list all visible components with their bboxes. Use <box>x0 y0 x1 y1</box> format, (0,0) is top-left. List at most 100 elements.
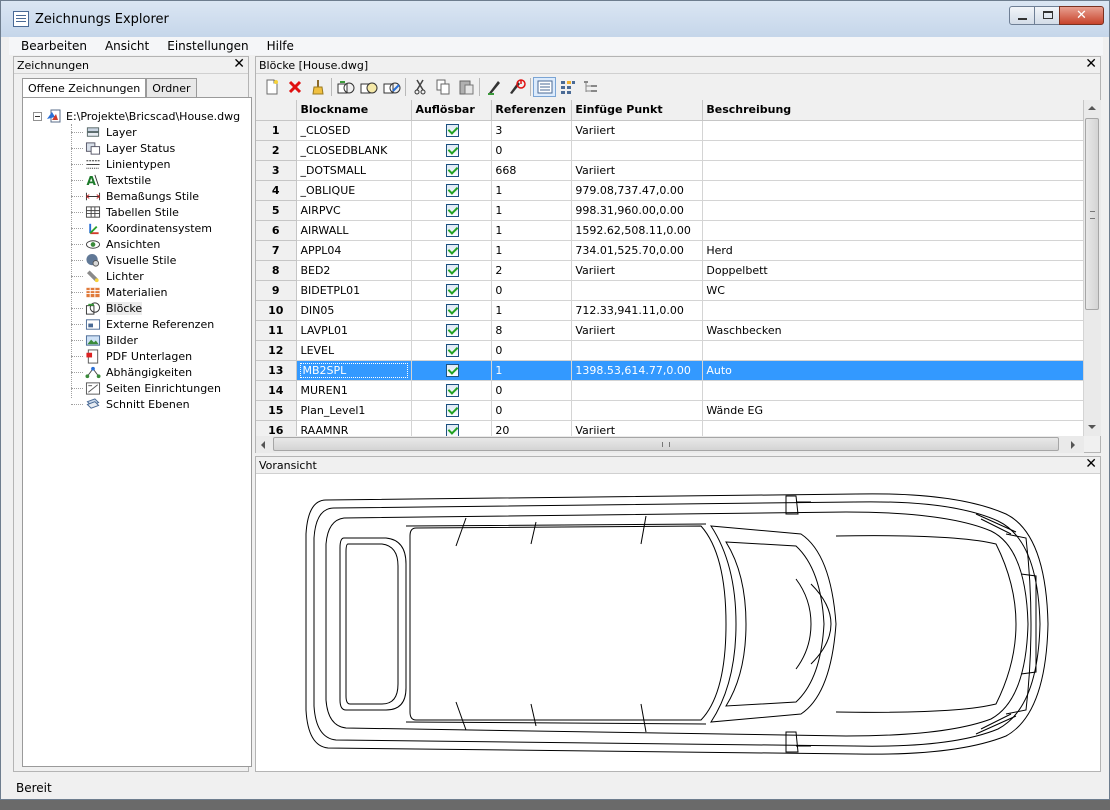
row-number[interactable]: 4 <box>256 180 298 201</box>
tree-root-drawing[interactable]: E:\Projekte\Bricscad\House.dwg <box>33 108 240 124</box>
row-number[interactable]: 6 <box>256 220 298 241</box>
blockname-cell[interactable]: _CLOSED <box>296 120 413 141</box>
purge-block-button[interactable] <box>306 77 329 97</box>
description-cell[interactable] <box>702 420 1084 436</box>
table-row[interactable]: 4 _OBLIQUE 1 979.08,737.47,0.00 <box>256 180 1084 201</box>
scroll-left-icon[interactable] <box>261 441 265 449</box>
explodable-cell[interactable] <box>411 340 493 361</box>
explodable-cell[interactable] <box>411 320 493 341</box>
explodable-checkbox[interactable] <box>446 383 460 397</box>
copy-button[interactable] <box>431 77 454 97</box>
insert-block-2-button[interactable] <box>357 77 380 97</box>
column-header-insertion-point[interactable]: Einfüge Punkt <box>571 100 704 121</box>
description-cell[interactable] <box>702 160 1084 181</box>
description-cell[interactable] <box>702 120 1084 141</box>
explodable-cell[interactable] <box>411 140 493 161</box>
table-row[interactable]: 8 BED2 2 Variiert Doppelbett <box>256 260 1084 281</box>
table-row[interactable]: 12 LEVEL 0 <box>256 340 1084 361</box>
row-number[interactable]: 13 <box>256 360 298 381</box>
delete-block-button[interactable] <box>283 77 306 97</box>
tree-item-view[interactable]: Ansichten <box>71 236 160 252</box>
column-header-references[interactable]: Referenzen <box>491 100 573 121</box>
row-number[interactable]: 12 <box>256 340 298 361</box>
edit-button[interactable] <box>482 77 505 97</box>
row-number[interactable]: 14 <box>256 380 298 401</box>
explodable-cell[interactable] <box>411 240 493 261</box>
grid-horizontal-scrollbar[interactable] <box>256 436 1084 453</box>
drawings-panel-close-icon[interactable]: ✕ <box>233 57 245 72</box>
preview-panel-close-icon[interactable]: ✕ <box>1085 457 1097 472</box>
blockname-cell[interactable]: MUREN1 <box>296 380 413 401</box>
explodable-cell[interactable] <box>411 420 493 436</box>
blockname-cell[interactable]: BED2 <box>296 260 413 281</box>
menu-hilfe[interactable]: Hilfe <box>255 37 300 55</box>
table-row[interactable]: 1 _CLOSED 3 Variiert <box>256 120 1084 141</box>
menu-einstellungen[interactable]: Einstellungen <box>155 37 254 55</box>
blockname-cell[interactable]: LAVPL01 <box>296 320 413 341</box>
explodable-checkbox[interactable] <box>446 243 460 257</box>
explodable-cell[interactable] <box>411 180 493 201</box>
tree-item-section-plane[interactable]: Schnitt Ebenen <box>71 396 190 412</box>
blockname-cell[interactable]: LEVEL <box>296 340 413 361</box>
description-cell[interactable] <box>702 180 1084 201</box>
explodable-cell[interactable] <box>411 400 493 421</box>
explodable-checkbox[interactable] <box>446 263 460 277</box>
explodable-checkbox[interactable] <box>446 283 460 297</box>
explodable-cell[interactable] <box>411 260 493 281</box>
tree-item-material[interactable]: Materialien <box>71 284 167 300</box>
row-number[interactable]: 16 <box>256 420 298 436</box>
explodable-checkbox[interactable] <box>446 303 460 317</box>
description-cell[interactable] <box>702 300 1084 321</box>
blockname-cell[interactable]: RAAMNR <box>296 420 413 436</box>
list-view-button[interactable] <box>556 77 579 97</box>
insert-block-3-button[interactable] <box>380 77 403 97</box>
explodable-checkbox[interactable] <box>446 363 460 377</box>
table-row[interactable]: 15 Plan_Level1 0 Wände EG <box>256 400 1084 421</box>
table-row[interactable]: 2 _CLOSEDBLANK 0 <box>256 140 1084 161</box>
blockname-cell[interactable]: _DOTSMALL <box>296 160 413 181</box>
description-cell[interactable] <box>702 200 1084 221</box>
row-number[interactable]: 15 <box>256 400 298 421</box>
table-row[interactable]: 3 _DOTSMALL 668 Variiert <box>256 160 1084 181</box>
description-cell[interactable]: Auto <box>702 360 1084 381</box>
cut-button[interactable] <box>408 77 431 97</box>
explodable-checkbox[interactable] <box>446 183 460 197</box>
row-number[interactable]: 1 <box>256 120 298 141</box>
table-row[interactable]: 16 RAAMNR 20 Variiert <box>256 420 1084 436</box>
table-row[interactable]: 10 DIN05 1 712.33,941.11,0.00 <box>256 300 1084 321</box>
collapse-icon[interactable] <box>33 111 42 121</box>
blockname-cell[interactable]: MB2SPL <box>296 360 413 381</box>
column-header-blockname[interactable]: Blockname <box>296 100 413 121</box>
tree-item-table-style[interactable]: Tabellen Stile <box>71 204 179 220</box>
row-number[interactable]: 8 <box>256 260 298 281</box>
blockname-cell[interactable]: APPL04 <box>296 240 413 261</box>
description-cell[interactable]: Waschbecken <box>702 320 1084 341</box>
blockname-cell[interactable]: BIDETPL01 <box>296 280 413 301</box>
paste-button[interactable] <box>454 77 477 97</box>
close-button[interactable]: ✕ <box>1059 6 1104 25</box>
maximize-button[interactable] <box>1034 6 1060 25</box>
explodable-cell[interactable] <box>411 220 493 241</box>
tree-item-layer[interactable]: Layer <box>71 124 137 140</box>
tree-item-page-setup[interactable]: Seiten Einrichtungen <box>71 380 221 396</box>
column-header-description[interactable]: Beschreibung <box>702 100 1084 121</box>
tree-item-layer-status[interactable]: Layer Status <box>71 140 175 156</box>
scroll-down-icon[interactable] <box>1088 425 1096 429</box>
description-cell[interactable]: Wände EG <box>702 400 1084 421</box>
tree-item-image[interactable]: Bilder <box>71 332 138 348</box>
menu-ansicht[interactable]: Ansicht <box>93 37 155 55</box>
new-block-button[interactable] <box>260 77 283 97</box>
title-bar[interactable]: Zeichnungs Explorer ✕ <box>1 1 1109 37</box>
explodable-cell[interactable] <box>411 160 493 181</box>
tree-item-linetype[interactable]: Linientypen <box>71 156 171 172</box>
row-number[interactable]: 9 <box>256 280 298 301</box>
minimize-button[interactable] <box>1009 6 1035 25</box>
details-view-button[interactable] <box>533 77 556 97</box>
explodable-checkbox[interactable] <box>446 403 460 417</box>
table-row[interactable]: 5 AIRPVC 1 998.31,960.00,0.00 <box>256 200 1084 221</box>
blockname-cell[interactable]: AIRPVC <box>296 200 413 221</box>
explodable-cell[interactable] <box>411 360 493 381</box>
row-number[interactable]: 7 <box>256 240 298 261</box>
row-number[interactable]: 2 <box>256 140 298 161</box>
row-number[interactable]: 5 <box>256 200 298 221</box>
